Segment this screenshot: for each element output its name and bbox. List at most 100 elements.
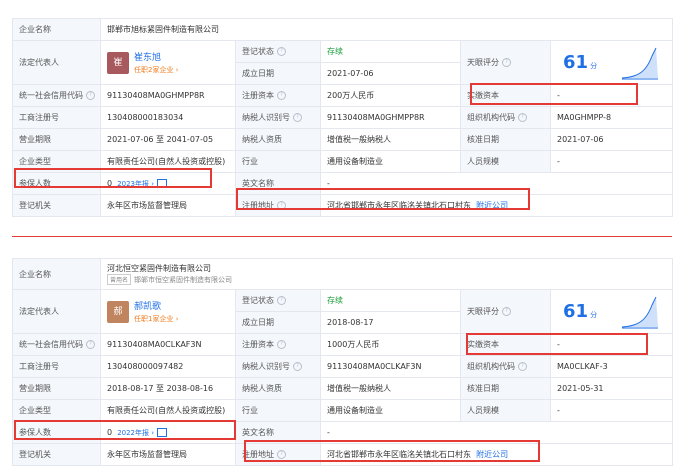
biz-reg-no-label: 工商注册号 — [12, 106, 101, 129]
score-curve-icon — [621, 47, 658, 79]
info-icon[interactable]: ? — [518, 362, 527, 371]
taxpayer-id-value: 91130408MA0GHMPP8R — [320, 106, 461, 129]
company-type-label: 企业类型 — [12, 399, 101, 422]
divider — [12, 236, 672, 237]
reg-capital-value: 1000万人民币 — [320, 333, 461, 356]
info-icon[interactable]: ? — [277, 340, 286, 349]
est-date-label: 成立日期 — [235, 62, 321, 85]
biz-term-value: 2021-07-06 至 2041-07-05 — [100, 128, 236, 151]
taxpayer-qual-value: 增值税一般纳税人 — [320, 128, 461, 151]
former-name: 曾用名 邯郸市恒空紧固件制造有限公司 — [107, 274, 666, 285]
table-row: 企业类型 有限责任公司(自然人投资或控股) 行业 通用设备制造业 人员规模 - — [12, 399, 674, 422]
org-code-label: 组织机构代码? — [460, 355, 551, 378]
reg-authority-value: 永年区市场监督管理局 — [100, 194, 236, 217]
score-label: 天眼评分? — [460, 40, 551, 85]
reg-capital-value: 200万人民币 — [320, 84, 461, 107]
reg-status-value: 存续 — [320, 40, 461, 63]
table-row: 法定代表人 郝郝凯歌任职1家企业 › 登记状态? 存续 天眼评分? 61 分 — [12, 289, 674, 334]
highlight-box — [236, 188, 530, 210]
company-name-label: 企业名称 — [12, 18, 101, 41]
reg-status-label: 登记状态? — [235, 40, 321, 63]
staff-size-value: - — [549, 399, 674, 422]
industry-value: 通用设备制造业 — [320, 399, 461, 422]
highlight-box — [244, 440, 540, 462]
company-name-cell: 河北恒空紧固件制造有限公司 曾用名 邯郸市恒空紧固件制造有限公司 — [99, 258, 674, 290]
table-row: 工商注册号 130408000183034 纳税人识别号? 91130408MA… — [12, 106, 673, 129]
highlight-box — [14, 420, 236, 440]
est-date-value: 2018-08-17 — [320, 311, 461, 334]
table-row: 企业名称 河北恒空紧固件制造有限公司 曾用名 邯郸市恒空紧固件制造有限公司 — [12, 258, 674, 290]
credit-code-value: 91130408MA0GHMPP8R — [100, 84, 236, 107]
approval-date-label: 核准日期 — [460, 128, 551, 151]
taxpayer-qual-label: 纳税人资质 — [235, 128, 321, 151]
reg-authority-label: 登记机关 — [12, 443, 101, 466]
legal-rep-name-link[interactable]: 郝凯歌 — [134, 299, 178, 312]
biz-term-label: 营业期限 — [12, 377, 101, 400]
company-name-value: 邯郸市旭标紧固件制造有限公司 — [100, 18, 673, 41]
info-icon[interactable]: ? — [502, 307, 511, 316]
industry-value: 通用设备制造业 — [320, 150, 461, 173]
avatar: 崔 — [107, 51, 129, 74]
highlight-box — [470, 83, 638, 105]
taxpayer-id-label: 纳税人识别号? — [235, 355, 321, 378]
score-cell[interactable]: 61 分 — [549, 289, 674, 334]
avatar: 郝 — [107, 300, 129, 323]
taxpayer-id-value: 91130408MA0CLKAF3N — [320, 355, 461, 378]
table-row: 工商注册号 130408000097482 纳税人识别号? 91130408MA… — [12, 355, 674, 378]
reg-authority-value: 永年区市场监督管理局 — [100, 443, 236, 466]
table-row: 企业名称 邯郸市旭标紧固件制造有限公司 — [12, 18, 673, 41]
org-code-label: 组织机构代码? — [460, 106, 551, 129]
reg-capital-label: 注册资本? — [235, 333, 321, 356]
info-icon[interactable]: ? — [277, 91, 286, 100]
taxpayer-qual-label: 纳税人资质 — [235, 377, 321, 400]
biz-reg-no-label: 工商注册号 — [12, 355, 101, 378]
highlight-box — [466, 333, 648, 355]
biz-reg-no-value: 130408000097482 — [100, 355, 236, 378]
company-name-label: 企业名称 — [12, 258, 101, 290]
credit-code-label: 统一社会信用代码? — [12, 333, 101, 356]
reg-status-label: 登记状态? — [235, 289, 321, 312]
staff-size-value: - — [550, 150, 673, 173]
highlight-box — [14, 168, 212, 188]
info-icon[interactable]: ? — [277, 296, 286, 305]
former-name-tag: 曾用名 — [107, 274, 132, 285]
staff-size-label: 人员规模 — [460, 399, 551, 422]
biz-reg-no-value: 130408000183034 — [100, 106, 236, 129]
reg-capital-label: 注册资本? — [235, 84, 321, 107]
org-code-value: MA0GHMPP-8 — [550, 106, 673, 129]
legal-rep-cell: 崔崔东旭任职2家企业 › — [100, 40, 236, 85]
industry-label: 行业 — [235, 150, 321, 173]
info-icon[interactable]: ? — [86, 91, 95, 100]
reg-authority-label: 登记机关 — [12, 194, 101, 217]
est-date-value: 2021-07-06 — [320, 62, 461, 85]
taxpayer-id-label: 纳税人识别号? — [235, 106, 321, 129]
info-icon[interactable]: ? — [86, 340, 95, 349]
biz-term-label: 营业期限 — [12, 128, 101, 151]
rep-companies-link[interactable]: 任职1家企业 › — [134, 314, 178, 324]
company-type-value: 有限责任公司(自然人投资或控股) — [100, 399, 236, 422]
score-cell[interactable]: 61 分 — [550, 40, 673, 85]
industry-label: 行业 — [235, 399, 321, 422]
info-icon[interactable]: ? — [293, 113, 302, 122]
company-name-value: 河北恒空紧固件制造有限公司 — [107, 264, 211, 273]
info-icon[interactable]: ? — [502, 58, 511, 67]
info-icon[interactable]: ? — [293, 362, 302, 371]
legal-rep-label: 法定代表人 — [12, 40, 101, 85]
score-value: 61 分 — [563, 51, 598, 73]
table-row: 法定代表人 崔崔东旭任职2家企业 › 登记状态? 存续 天眼评分? 61 分 — [12, 40, 673, 85]
score-value: 61 分 — [563, 300, 598, 322]
credit-code-label: 统一社会信用代码? — [12, 84, 101, 107]
reg-status-value: 存续 — [320, 289, 461, 312]
info-icon[interactable]: ? — [277, 47, 286, 56]
est-date-label: 成立日期 — [235, 311, 321, 334]
info-icon[interactable]: ? — [518, 113, 527, 122]
legal-rep-label: 法定代表人 — [12, 289, 101, 334]
legal-rep-cell: 郝郝凯歌任职1家企业 › — [100, 289, 236, 334]
table-row: 营业期限 2018-08-17 至 2038-08-16 纳税人资质 增值税一般… — [12, 377, 674, 400]
rep-companies-link[interactable]: 任职2家企业 › — [134, 65, 178, 75]
approval-date-value: 2021-07-06 — [550, 128, 673, 151]
score-label: 天眼评分? — [460, 289, 551, 334]
score-curve-icon — [622, 296, 659, 328]
approval-date-value: 2021-05-31 — [549, 377, 674, 400]
legal-rep-name-link[interactable]: 崔东旭 — [134, 50, 178, 63]
